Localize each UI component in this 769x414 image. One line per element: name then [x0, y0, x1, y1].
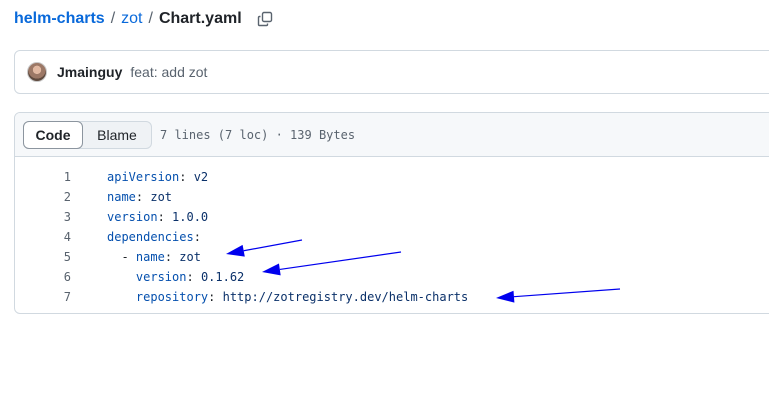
breadcrumb-separator: /: [110, 10, 116, 27]
code-line: 4 dependencies:: [15, 227, 769, 247]
code-line: 6 version: 0.1.62: [15, 267, 769, 287]
commit-author[interactable]: Jmainguy: [57, 64, 122, 80]
file-header: Code Blame 7 lines (7 loc) · 139 Bytes: [15, 113, 769, 157]
line-number[interactable]: 7: [15, 290, 107, 304]
yaml-separator: :: [186, 270, 201, 284]
yaml-key: name: [107, 190, 136, 204]
tab-code[interactable]: Code: [23, 120, 83, 149]
line-source: - name: zot: [107, 250, 201, 264]
line-source: repository: http://zotregistry.dev/helm-…: [107, 290, 468, 304]
yaml-value: zot: [150, 190, 173, 204]
file-meta: 7 lines (7 loc) · 139 Bytes: [160, 127, 356, 142]
breadcrumb-dir-link[interactable]: zot: [121, 10, 142, 28]
yaml-key: name: [135, 250, 165, 264]
line-source: version: 0.1.62: [107, 270, 244, 284]
page: helm-charts / zot / Chart.yaml Jmainguy …: [0, 0, 769, 414]
line-number[interactable]: 3: [15, 210, 107, 224]
code-line: 5 - name: zot: [15, 247, 769, 267]
yaml-separator: :: [193, 230, 201, 244]
yaml-separator: :: [157, 210, 173, 224]
yaml-key: version: [107, 210, 158, 224]
commit-message[interactable]: feat: add zot: [130, 64, 207, 80]
line-source: apiVersion: v2: [107, 170, 208, 184]
yaml-value: http://zotregistry.dev/helm-charts: [222, 290, 469, 304]
line-number[interactable]: 2: [15, 190, 107, 204]
yaml-value: 1.0.0: [172, 210, 209, 224]
copy-path-button[interactable]: [254, 8, 276, 30]
breadcrumb-repo-link[interactable]: helm-charts: [14, 10, 105, 28]
file-viewer: Code Blame 7 lines (7 loc) · 139 Bytes 1…: [14, 112, 769, 314]
code-area[interactable]: 1 apiVersion: v2 2 name: zot 3 version: 1.0.0…: [15, 157, 769, 307]
yaml-separator: :: [208, 290, 223, 304]
yaml-separator: :: [135, 190, 151, 204]
yaml-value: v2: [193, 170, 209, 184]
yaml-key: repository: [135, 290, 209, 304]
yaml-separator: :: [179, 170, 194, 184]
latest-commit-box: Jmainguy feat: add zot: [14, 50, 769, 94]
yaml-key: version: [135, 270, 187, 284]
view-toggle: Code Blame: [23, 120, 152, 149]
yaml-value: 0.1.62: [200, 270, 245, 284]
line-source: name: zot: [107, 190, 172, 204]
line-indent: -: [107, 250, 136, 264]
copy-icon: [257, 11, 272, 27]
breadcrumb: helm-charts / zot / Chart.yaml: [14, 8, 276, 30]
code-line: 1 apiVersion: v2: [15, 167, 769, 187]
avatar[interactable]: [27, 62, 47, 82]
line-number[interactable]: 6: [15, 270, 107, 284]
code-line: 3 version: 1.0.0: [15, 207, 769, 227]
line-number[interactable]: 4: [15, 230, 107, 244]
line-number[interactable]: 5: [15, 250, 107, 264]
line-source: version: 1.0.0: [107, 210, 208, 224]
yaml-separator: :: [164, 250, 180, 264]
breadcrumb-separator: /: [148, 10, 153, 27]
yaml-value: zot: [179, 250, 201, 264]
code-line: 7 repository: http://zotregistry.dev/hel…: [15, 287, 769, 307]
yaml-key: dependencies: [107, 230, 194, 244]
breadcrumb-file-name: Chart.yaml: [158, 10, 242, 27]
code-line: 2 name: zot: [15, 187, 769, 207]
line-number[interactable]: 1: [15, 170, 107, 184]
yaml-key: apiVersion: [107, 170, 180, 184]
tab-blame[interactable]: Blame: [83, 122, 151, 148]
line-source: dependencies:: [107, 230, 201, 244]
